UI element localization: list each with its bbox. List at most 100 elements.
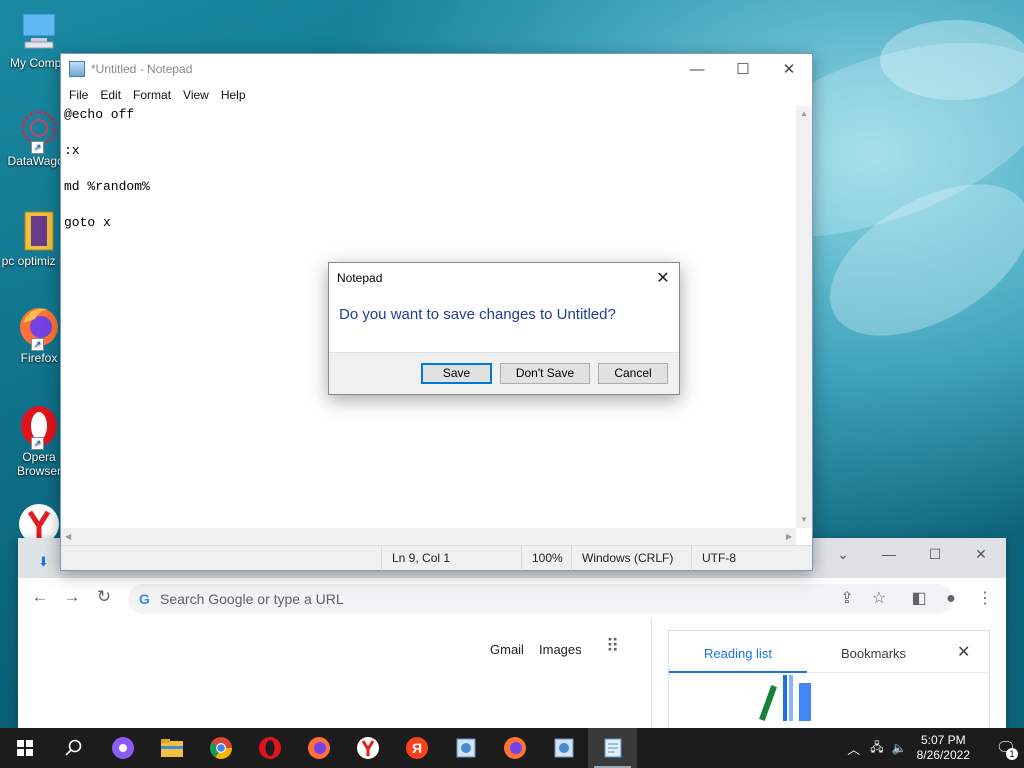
datawagon-icon: ↗ [17,108,61,154]
firefox-icon: ↗ [17,305,61,351]
apps-grid-icon[interactable]: ⠿ [606,636,619,657]
minimize-button[interactable]: — [674,54,720,84]
desktop-icon-label: Firefox [20,351,58,365]
notepad-icon [69,61,85,77]
application-icon [456,738,475,758]
save-changes-dialog[interactable]: Notepad ✕ Do you want to save changes to… [328,262,680,395]
reading-list-illustration [759,675,813,721]
scroll-right-icon[interactable]: ▶ [786,532,792,541]
images-link[interactable]: Images [539,642,582,657]
menu-view[interactable]: View [177,88,215,102]
google-icon: G [139,591,150,607]
dialog-title-bar[interactable]: Notepad ✕ [329,263,679,293]
taskbar: Я ︿ 🖧 🔈 5:07 PM 8/26/2022 🗨 1 [0,728,1024,768]
network-icon[interactable]: 🖧 [870,738,883,759]
profile-icon[interactable]: ● [936,584,966,614]
notification-badge: 1 [1006,748,1018,760]
close-button[interactable]: ✕ [958,542,1004,566]
shortcut-arrow-icon: ↗ [31,437,44,450]
omnibox[interactable]: G Search Google or type a URL [128,584,953,614]
zoom-level: 100% [521,546,571,571]
notepad-title-bar[interactable]: *Untitled - Notepad — ☐ ✕ [61,54,812,84]
taskbar-file-explorer[interactable] [147,728,196,768]
opera-icon: ↗ [17,404,61,450]
dont-save-button[interactable]: Don't Save [500,363,590,384]
taskbar-notepad[interactable] [588,728,637,768]
menu-file[interactable]: File [63,88,94,102]
cursor-position: Ln 9, Col 1 [381,546,521,571]
chevron-down-icon[interactable]: ⌄ [820,542,866,566]
desktop-icon-label: Opera Browser [16,450,61,478]
scroll-left-icon[interactable]: ◀ [65,532,71,541]
opera-icon [258,737,281,759]
close-icon[interactable]: ✕ [647,268,679,288]
folder-icon [17,208,61,252]
yandex-browser-icon: Я [405,737,428,759]
cancel-button[interactable]: Cancel [598,363,668,384]
vertical-scrollbar[interactable]: ▲ ▼ [796,106,812,528]
chevron-up-icon[interactable]: ︿ [847,739,860,758]
folder-icon [160,739,183,757]
chrome-icon [209,737,232,759]
download-icon[interactable]: ⬇ [38,554,49,570]
dialog-message: Do you want to save changes to Untitled? [339,306,616,323]
firefox-icon [503,737,526,759]
start-button[interactable] [0,728,49,768]
encoding: UTF-8 [691,546,811,571]
menu-help[interactable]: Help [215,88,252,102]
taskbar-firefox-2[interactable] [490,728,539,768]
tab-indicator [669,671,807,673]
tab-reading-list[interactable]: Reading list [704,646,772,661]
taskbar-chrome[interactable] [196,728,245,768]
tab-bookmarks[interactable]: Bookmarks [841,646,906,661]
horizontal-scrollbar[interactable]: ◀ ▶ [61,528,796,545]
clock[interactable]: 5:07 PM 8/26/2022 [917,733,970,763]
yandex-icon [356,737,379,759]
close-icon[interactable]: ✕ [957,642,970,662]
minimize-button[interactable]: — [866,542,912,566]
windows-icon [16,740,33,756]
menu-bar: File Edit Format View Help [61,84,812,106]
notification-center-button[interactable]: 🗨 1 [988,728,1024,768]
system-tray: ︿ 🖧 🔈 5:07 PM 8/26/2022 🗨 1 [847,728,1024,768]
bookmark-star-icon[interactable]: ☆ [864,584,894,614]
menu-edit[interactable]: Edit [94,88,127,102]
taskbar-firefox[interactable] [294,728,343,768]
maximize-button[interactable]: ☐ [912,542,958,566]
save-button[interactable]: Save [421,363,492,384]
window-title: *Untitled - Notepad [91,62,193,76]
forward-icon[interactable]: → [56,587,88,607]
scroll-up-icon[interactable]: ▲ [796,106,812,122]
gmail-link[interactable]: Gmail [490,642,524,657]
volume-icon[interactable]: 🔈 [892,741,907,755]
share-icon[interactable]: ⇪ [832,584,862,614]
clock-date: 8/26/2022 [916,748,970,762]
firefox-icon [307,737,330,759]
line-ending: Windows (CRLF) [571,546,695,571]
side-panel-icon[interactable]: ◧ [904,584,934,614]
maximize-button[interactable]: ☐ [720,54,766,84]
back-icon[interactable]: ← [24,587,56,607]
taskbar-yandex-browser[interactable]: Я [392,728,441,768]
application-icon [554,738,573,758]
shortcut-arrow-icon: ↗ [31,338,44,351]
menu-icon[interactable]: ⋮ [970,584,1000,614]
taskbar-app-2[interactable] [539,728,588,768]
search-button[interactable] [49,728,98,768]
menu-format[interactable]: Format [127,88,177,102]
taskbar-app-1[interactable] [441,728,490,768]
search-icon [64,739,81,756]
omnibox-placeholder: Search Google or type a URL [160,591,344,607]
status-bar: Ln 9, Col 1 100% Windows (CRLF) UTF-8 [61,545,812,571]
taskbar-opera[interactable] [245,728,294,768]
svg-text:Я: Я [411,740,421,756]
taskbar-yandex[interactable] [343,728,392,768]
new-tab-page: Gmail Images ⠿ [18,618,652,728]
close-button[interactable]: ✕ [766,54,812,84]
dialog-title: Notepad [337,271,383,285]
alice-icon [111,737,134,759]
scroll-down-icon[interactable]: ▼ [796,512,812,528]
taskbar-alice[interactable] [98,728,147,768]
reload-icon[interactable]: ↻ [88,587,120,607]
shortcut-arrow-icon: ↗ [31,141,44,154]
